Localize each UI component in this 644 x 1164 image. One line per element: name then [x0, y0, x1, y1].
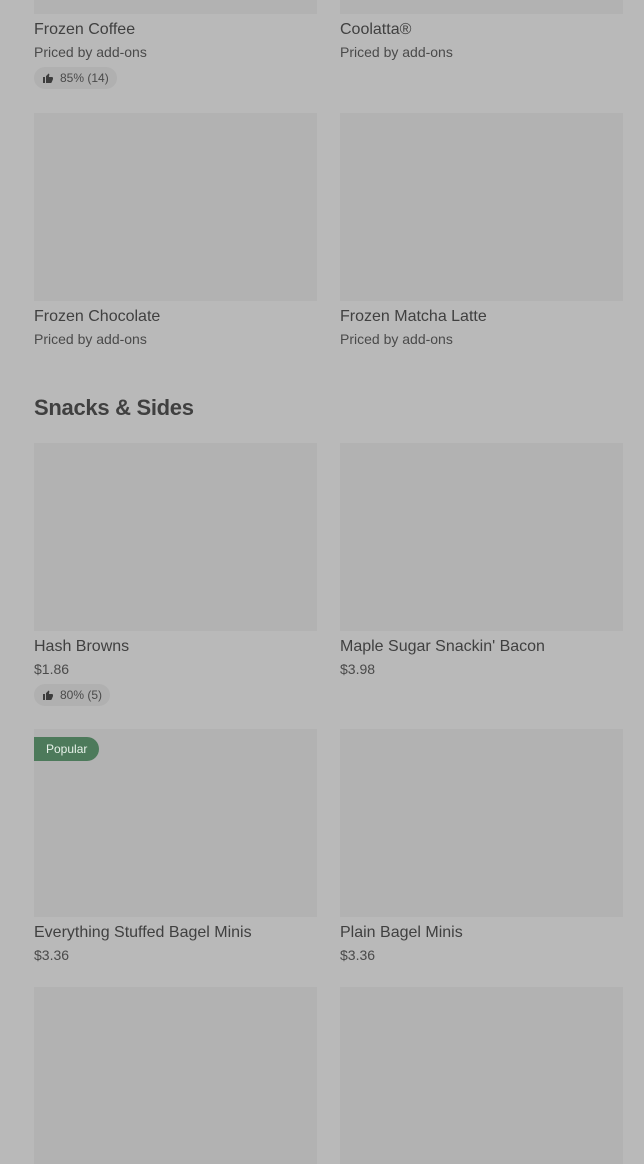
item-name: Frozen Chocolate — [34, 308, 161, 325]
rating-text: 85% (14) — [60, 71, 109, 85]
item-image[interactable] — [340, 443, 623, 631]
item-image[interactable] — [340, 987, 623, 1164]
item-image[interactable] — [340, 0, 623, 14]
menu-page: Frozen Coffee Priced by add-ons 85% (14)… — [0, 0, 644, 1164]
item-price: $3.98 — [340, 661, 376, 677]
item-image[interactable] — [340, 113, 623, 301]
menu-card[interactable] — [34, 987, 317, 1164]
menu-row-frozen-1: Frozen Coffee Priced by add-ons 85% (14)… — [34, 0, 624, 89]
item-name: Plain Bagel Minis — [340, 924, 463, 941]
thumbs-up-icon — [43, 690, 53, 700]
rating-badge: 85% (14) — [34, 67, 117, 89]
item-name: Maple Sugar Snackin' Bacon — [340, 638, 545, 655]
menu-card-frozen-coffee[interactable]: Frozen Coffee Priced by add-ons 85% (14) — [34, 0, 317, 89]
item-price: $3.36 — [340, 947, 376, 963]
item-name: Frozen Coffee — [34, 21, 136, 38]
menu-card-hash-browns[interactable]: Hash Browns $1.86 80% (5) — [34, 443, 317, 706]
item-name: Hash Browns — [34, 638, 130, 655]
section-title: Snacks & Sides — [34, 395, 194, 420]
menu-row-snacks-2: Popular Everything Stuffed Bagel Minis $… — [34, 729, 624, 964]
item-image[interactable] — [34, 113, 317, 301]
thumbs-up-icon — [43, 73, 53, 83]
item-image[interactable] — [340, 729, 623, 917]
item-name: Coolatta® — [340, 21, 412, 38]
menu-card-frozen-chocolate[interactable]: Frozen Chocolate Priced by add-ons — [34, 113, 317, 348]
item-price: $3.36 — [34, 947, 70, 963]
menu-row-frozen-2: Frozen Chocolate Priced by add-ons Froze… — [34, 113, 624, 348]
item-name: Frozen Matcha Latte — [340, 308, 487, 325]
menu-card-coolatta[interactable]: Coolatta® Priced by add-ons — [340, 0, 623, 89]
menu-card[interactable] — [340, 987, 623, 1164]
item-image[interactable] — [34, 443, 317, 631]
item-price: Priced by add-ons — [34, 331, 147, 347]
item-image[interactable] — [34, 987, 317, 1164]
item-name: Everything Stuffed Bagel Minis — [34, 924, 252, 941]
item-price: $1.86 — [34, 661, 70, 677]
menu-card-plain-bagel-minis[interactable]: Plain Bagel Minis $3.36 — [340, 729, 623, 964]
menu-card-everything-bagel-minis[interactable]: Popular Everything Stuffed Bagel Minis $… — [34, 729, 317, 964]
rating-text: 80% (5) — [60, 688, 103, 702]
menu-row-snacks-1: Hash Browns $1.86 80% (5) Maple Sugar Sn… — [34, 443, 624, 706]
item-price: Priced by add-ons — [34, 44, 147, 60]
rating-badge: 80% (5) — [34, 684, 111, 706]
popular-badge: Popular — [34, 737, 100, 761]
menu-card-maple-bacon[interactable]: Maple Sugar Snackin' Bacon $3.98 — [340, 443, 623, 706]
item-image[interactable]: Popular — [34, 729, 317, 917]
item-price: Priced by add-ons — [340, 331, 453, 347]
item-image[interactable] — [34, 0, 317, 14]
menu-card-frozen-matcha-latte[interactable]: Frozen Matcha Latte Priced by add-ons — [340, 113, 623, 348]
item-price: Priced by add-ons — [340, 44, 453, 60]
menu-row-snacks-3 — [34, 987, 624, 1164]
